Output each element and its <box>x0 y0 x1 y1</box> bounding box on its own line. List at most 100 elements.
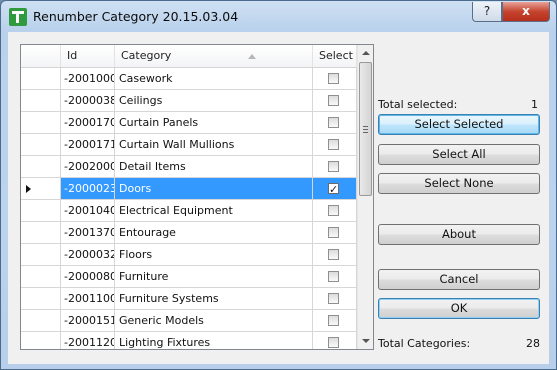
select-cell[interactable] <box>313 156 357 178</box>
category-cell[interactable]: Lighting Fixtures <box>115 332 313 349</box>
row-header[interactable] <box>21 266 61 288</box>
select-cell[interactable] <box>313 134 357 156</box>
table-row[interactable]: -2000080 Furniture <box>21 266 357 288</box>
select-cell[interactable] <box>313 244 357 266</box>
category-cell[interactable]: Furniture Systems <box>115 288 313 310</box>
table-row[interactable]: -2000032 Floors <box>21 244 357 266</box>
category-cell[interactable]: Ceilings <box>115 90 313 112</box>
grip-icon <box>363 126 368 133</box>
scroll-down-icon[interactable] <box>362 339 370 343</box>
row-header[interactable] <box>21 178 61 200</box>
table-row[interactable]: -2001100 Furniture Systems <box>21 288 357 310</box>
select-cell[interactable] <box>313 90 357 112</box>
total-selected-value: 1 <box>531 98 538 111</box>
select-checkbox[interactable] <box>328 205 339 216</box>
renumber-category-dialog: Renumber Category 20.15.03.04 ? x Id Cat… <box>0 0 557 370</box>
select-checkbox[interactable] <box>328 249 339 260</box>
id-cell[interactable]: -2001100 <box>61 288 115 310</box>
select-all-button[interactable]: Select All <box>378 144 540 165</box>
select-checkbox[interactable] <box>328 293 339 304</box>
row-header[interactable] <box>21 310 61 332</box>
category-cell[interactable]: Electrical Equipment <box>115 200 313 222</box>
scroll-up-icon[interactable] <box>362 51 370 55</box>
id-cell[interactable]: -2000170 <box>61 112 115 134</box>
column-header-select[interactable]: Select <box>313 45 357 67</box>
id-cell[interactable]: -2000171 <box>61 134 115 156</box>
table-row[interactable]: -2000038 Ceilings <box>21 90 357 112</box>
grid-header: Id Category Select <box>21 45 357 68</box>
table-row[interactable]: -2000171 Curtain Wall Mullions <box>21 134 357 156</box>
select-cell[interactable] <box>313 310 357 332</box>
cancel-button[interactable]: Cancel <box>378 269 540 290</box>
total-categories-value: 28 <box>526 337 540 350</box>
row-header[interactable] <box>21 156 61 178</box>
category-cell[interactable]: Entourage <box>115 222 313 244</box>
row-header[interactable] <box>21 112 61 134</box>
ok-button[interactable]: OK <box>378 298 540 319</box>
select-selected-button[interactable]: Select Selected <box>378 114 540 135</box>
id-cell[interactable]: -2000151 <box>61 310 115 332</box>
id-cell[interactable]: -2001040 <box>61 200 115 222</box>
select-checkbox[interactable] <box>328 117 339 128</box>
table-row[interactable]: -2001120 Lighting Fixtures <box>21 332 357 349</box>
table-row[interactable]: -2001040 Electrical Equipment <box>21 200 357 222</box>
select-none-button[interactable]: Select None <box>378 173 540 194</box>
table-row[interactable]: -2002000 Detail Items <box>21 156 357 178</box>
category-cell[interactable]: Curtain Panels <box>115 112 313 134</box>
select-checkbox[interactable] <box>328 227 339 238</box>
table-row[interactable]: -2001370 Entourage <box>21 222 357 244</box>
row-header[interactable] <box>21 332 61 349</box>
row-header[interactable] <box>21 68 61 90</box>
row-header[interactable] <box>21 222 61 244</box>
scrollbar-thumb[interactable] <box>359 62 372 196</box>
select-cell[interactable] <box>313 222 357 244</box>
select-checkbox[interactable] <box>328 337 339 348</box>
close-button[interactable]: x <box>502 2 550 22</box>
select-checkbox[interactable] <box>328 95 339 106</box>
title-bar[interactable]: Renumber Category 20.15.03.04 ? x <box>1 1 556 33</box>
category-cell[interactable]: Doors <box>115 178 313 200</box>
row-header[interactable] <box>21 90 61 112</box>
category-cell[interactable]: Casework <box>115 68 313 90</box>
about-button[interactable]: About <box>378 224 540 245</box>
select-cell[interactable] <box>313 112 357 134</box>
id-cell[interactable]: -2002000 <box>61 156 115 178</box>
table-row[interactable]: -2000023 Doors <box>21 178 357 200</box>
select-cell[interactable] <box>313 332 357 349</box>
select-checkbox[interactable] <box>328 161 339 172</box>
select-cell[interactable] <box>313 288 357 310</box>
table-row[interactable]: -2000151 Generic Models <box>21 310 357 332</box>
select-checkbox[interactable] <box>328 315 339 326</box>
row-header[interactable] <box>21 244 61 266</box>
id-cell[interactable]: -2001120 <box>61 332 115 349</box>
category-cell[interactable]: Furniture <box>115 266 313 288</box>
table-row[interactable]: -2001000 Casework <box>21 68 357 90</box>
id-cell[interactable]: -2001000 <box>61 68 115 90</box>
category-cell[interactable]: Curtain Wall Mullions <box>115 134 313 156</box>
id-cell[interactable]: -2000080 <box>61 266 115 288</box>
vertical-scrollbar[interactable] <box>357 45 373 349</box>
select-checkbox[interactable] <box>328 271 339 282</box>
id-cell[interactable]: -2000032 <box>61 244 115 266</box>
id-cell[interactable]: -2001370 <box>61 222 115 244</box>
select-checkbox[interactable] <box>328 179 339 199</box>
row-header[interactable] <box>21 288 61 310</box>
select-cell[interactable] <box>313 200 357 222</box>
select-cell[interactable] <box>313 178 357 200</box>
row-header[interactable] <box>21 200 61 222</box>
category-cell[interactable]: Floors <box>115 244 313 266</box>
select-cell[interactable] <box>313 68 357 90</box>
category-grid[interactable]: Id Category Select -2001000 Casework -2000… <box>20 44 374 350</box>
select-checkbox[interactable] <box>328 73 339 84</box>
column-header-category[interactable]: Category <box>115 45 313 67</box>
select-checkbox[interactable] <box>328 139 339 150</box>
category-cell[interactable]: Detail Items <box>115 156 313 178</box>
table-row[interactable]: -2000170 Curtain Panels <box>21 112 357 134</box>
id-cell[interactable]: -2000038 <box>61 90 115 112</box>
category-cell[interactable]: Generic Models <box>115 310 313 332</box>
help-button[interactable]: ? <box>472 2 502 22</box>
id-cell[interactable]: -2000023 <box>61 178 115 200</box>
row-header[interactable] <box>21 134 61 156</box>
select-cell[interactable] <box>313 266 357 288</box>
column-header-id[interactable]: Id <box>61 45 115 67</box>
